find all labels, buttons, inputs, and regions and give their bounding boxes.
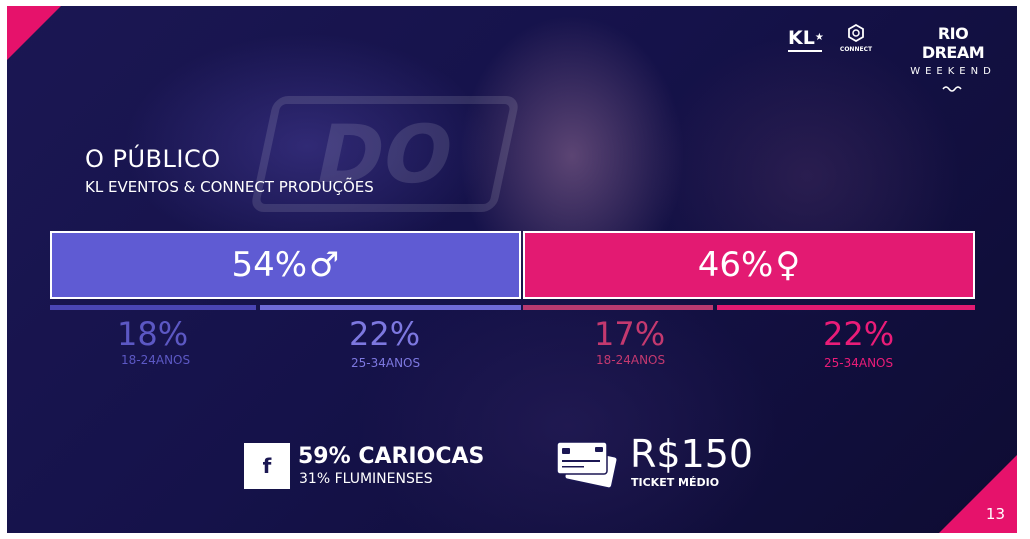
average-ticket-label: TICKET MÉDIO: [631, 476, 720, 489]
page-number: 13: [985, 505, 1005, 523]
weekend-text: WEEKEND: [910, 66, 996, 77]
age-percent: 17%: [594, 315, 666, 353]
connect-logo: CONNECT: [838, 23, 874, 53]
age-bar-4: [717, 305, 975, 310]
age-percent: 22%: [349, 315, 421, 353]
age-label: 18-24ANOS: [596, 353, 666, 367]
facebook-icon: f: [244, 443, 290, 489]
female-percent: 46%: [697, 245, 774, 285]
age-label: 25-34ANOS: [351, 356, 421, 370]
rio-dream-text: RIO DREAM: [921, 24, 985, 62]
age-label: 25-34ANOS: [824, 356, 894, 370]
kl-logo: KL★: [788, 28, 826, 54]
age-bar-2: [260, 305, 521, 310]
male-icon: ♂: [309, 245, 340, 285]
male-percent: 54%: [231, 245, 308, 285]
age-label: 18-24ANOS: [121, 353, 191, 367]
rio-dream-logo: RIO DREAM WEEKEND: [905, 24, 1001, 96]
connect-logo-icon: [848, 23, 864, 43]
wave-icon: [942, 86, 962, 92]
corner-accent-top-left: [7, 6, 61, 60]
corner-accent-bottom-right: [939, 455, 1017, 533]
age-percent: 22%: [823, 315, 895, 353]
kl-logo-text: KL: [788, 27, 815, 49]
origin-sub-stat: 31% FLUMINENSES: [299, 471, 433, 487]
age-bar-3: [523, 305, 713, 310]
male-bar: 54% ♂: [50, 231, 521, 299]
slide-frame: DO 13 KL★ CONNECT RIO DREAM WEEKEND O PÚ…: [0, 0, 1030, 539]
age-bar-1: [50, 305, 256, 310]
credit-card-icon: [556, 441, 618, 489]
average-ticket-price: R$150: [630, 432, 754, 476]
female-bar: 46% ♀: [523, 231, 975, 299]
page-subtitle: KL EVENTOS & CONNECT PRODUÇÕES: [85, 178, 374, 196]
origin-main-stat: 59% CARIOCAS: [298, 444, 485, 469]
page-title: O PÚBLICO: [85, 145, 221, 173]
connect-logo-text: CONNECT: [839, 46, 873, 53]
female-icon: ♀: [775, 245, 801, 285]
age-percent: 18%: [117, 315, 189, 353]
